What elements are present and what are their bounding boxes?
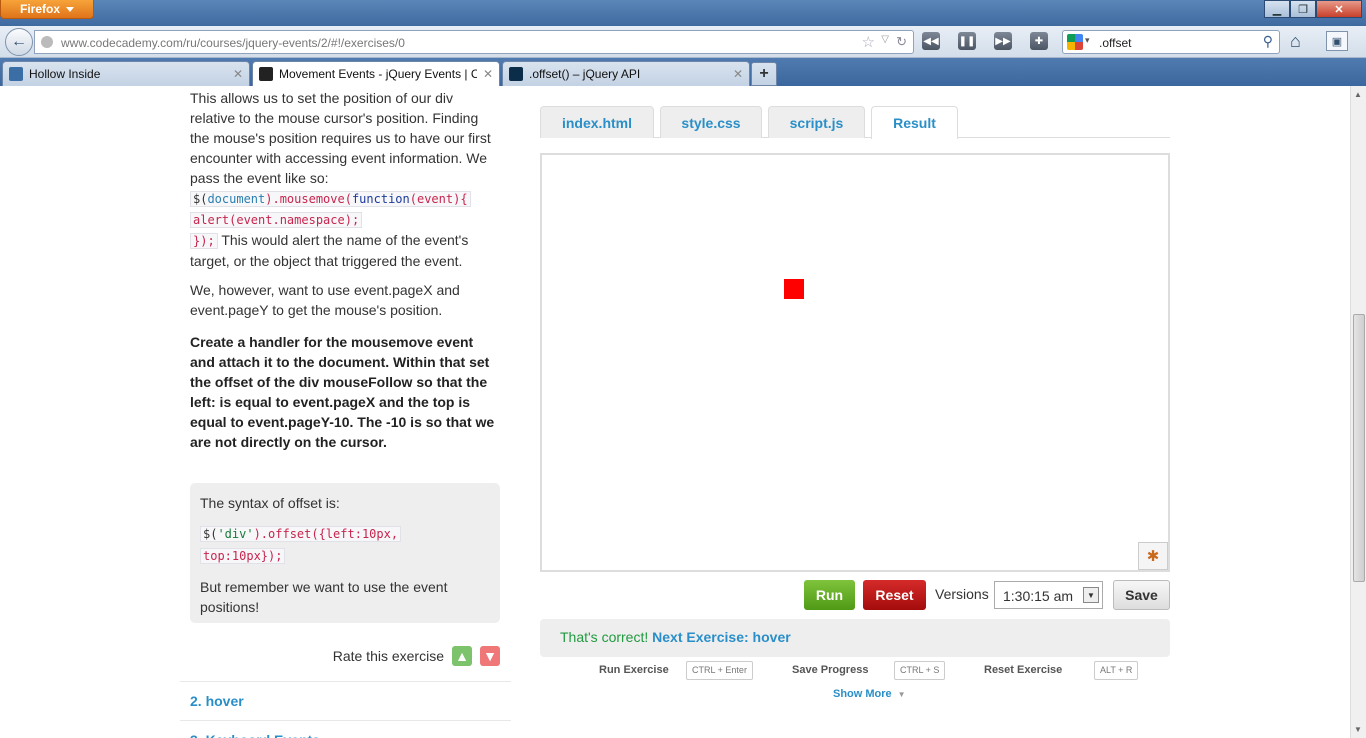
exercise-link-keyboard-events[interactable]: 3. Keyboard Events <box>180 720 511 738</box>
thumbs-down-icon[interactable]: ▼ <box>480 646 500 666</box>
correct-text: That's correct! <box>560 629 649 645</box>
search-engine-dropdown-icon[interactable]: ▾ <box>1085 35 1090 46</box>
bookmark-star-icon[interactable]: ☆ <box>862 33 875 51</box>
versions-label: Versions <box>935 586 989 602</box>
result-pane[interactable]: ✱ <box>540 153 1170 572</box>
exercise-list: 2. hover 3. Keyboard Events <box>180 681 511 738</box>
tab-result[interactable]: Result <box>871 106 958 139</box>
versions-select[interactable]: 1:30:15 am ▼ <box>994 581 1103 609</box>
scroll-up-icon[interactable]: ▲ <box>1354 90 1362 99</box>
chevron-down-icon: ▼ <box>897 690 906 699</box>
inline-code-line3: }); <box>190 233 218 249</box>
search-query[interactable]: .offset <box>1099 36 1131 50</box>
search-bar[interactable]: ▾ .offset ⚲ <box>1062 30 1280 54</box>
lesson-paragraph: This allows us to set the position of ou… <box>190 88 500 271</box>
maximize-button[interactable]: ❐ <box>1290 0 1316 18</box>
shortcut-keys: CTRL + S <box>894 661 946 680</box>
window-controls: ▁ ❐ ✕ <box>1264 0 1362 18</box>
editor-tabs: index.html style.css script.js Result <box>540 106 1170 139</box>
shortcut-label: Run Exercise <box>599 664 669 676</box>
shortcut-label: Reset Exercise <box>984 664 1063 676</box>
scrollbar-thumb[interactable] <box>1353 314 1365 582</box>
address-bar[interactable]: www.codecademy.com/ru/courses/jquery-eve… <box>34 30 914 54</box>
close-window-button[interactable]: ✕ <box>1316 0 1362 18</box>
back-arrow-icon: ← <box>11 33 27 50</box>
firefox-menu-label: Firefox <box>19 2 60 16</box>
globe-icon <box>41 36 53 48</box>
chevron-down-icon <box>66 6 74 12</box>
jquery-favicon-icon <box>509 67 523 81</box>
fast-forward-icon[interactable]: ▶▶ <box>994 32 1012 50</box>
keyboard-shortcuts: Run Exercise CTRL + Enter Save Progress … <box>540 660 1170 682</box>
minimize-button[interactable]: ▁ <box>1264 0 1290 18</box>
exercise-link-hover[interactable]: 2. hover <box>180 681 511 720</box>
rate-label: Rate this exercise <box>332 648 444 664</box>
plus-icon[interactable]: ✚ <box>1030 32 1048 50</box>
scroll-down-icon[interactable]: ▼ <box>1354 725 1362 734</box>
url-text: www.codecademy.com/ru/courses/jquery-eve… <box>61 36 405 50</box>
show-more-label: Show More <box>833 688 892 700</box>
hint-box: The syntax of offset is: $('div').offset… <box>190 483 500 623</box>
url-path: /ru/courses/jquery-events/2/#!/exercises… <box>182 36 405 50</box>
success-message: That's correct! Next Exercise: hover <box>540 619 1170 657</box>
inline-code: $(document).mousemove(function(event){ <box>190 191 471 207</box>
search-icon[interactable]: ⚲ <box>1263 33 1273 50</box>
page-scrollbar[interactable]: ▲ ▼ <box>1350 86 1366 738</box>
next-exercise-link[interactable]: Next Exercise: hover <box>652 629 791 645</box>
tab-offset-jquery-api[interactable]: .offset() – jQuery API ✕ <box>502 61 750 86</box>
history-dropdown-icon[interactable]: ▽ <box>881 34 889 45</box>
close-tab-icon[interactable]: ✕ <box>733 67 743 81</box>
addon-icon[interactable]: ▣ <box>1326 31 1348 51</box>
tab-index-html[interactable]: index.html <box>540 106 654 138</box>
tab-hollow-inside[interactable]: Hollow Inside ✕ <box>2 61 250 86</box>
tab-style-css[interactable]: style.css <box>660 106 762 138</box>
instructions: Create a handler for the mousemove event… <box>190 334 495 450</box>
tab-movement-events[interactable]: Movement Events - jQuery Events | C... ✕ <box>252 61 500 86</box>
close-tab-icon[interactable]: ✕ <box>483 67 493 81</box>
pause-icon[interactable]: ❚❚ <box>958 32 976 50</box>
rewind-icon[interactable]: ◀◀ <box>922 32 940 50</box>
inline-code-line2: alert(event.namespace); <box>190 212 363 228</box>
url-host: www.codecademy.com <box>61 36 183 50</box>
versions-value: 1:30:15 am <box>1003 588 1074 604</box>
back-button[interactable]: ← <box>5 28 33 56</box>
hint-code: $('div').offset({left:10px, top:10px}); <box>200 523 490 567</box>
new-tab-button[interactable]: + <box>751 62 777 86</box>
show-more-link[interactable]: Show More ▼ <box>833 688 906 700</box>
shortcut-label: Save Progress <box>792 664 869 676</box>
tab-label: .offset() – jQuery API <box>529 67 641 81</box>
rate-exercise: Rate this exercise ▲ ▼ <box>190 646 500 666</box>
tab-script-js[interactable]: script.js <box>768 106 865 138</box>
shortcut-keys: CTRL + Enter <box>686 661 753 680</box>
play-favicon-icon <box>9 67 23 81</box>
hint-title: The syntax of offset is: <box>200 495 340 511</box>
save-button[interactable]: Save <box>1113 580 1170 610</box>
tab-label: Movement Events - jQuery Events | C... <box>279 67 477 81</box>
lesson-paragraph-2: We, however, want to use event.pageX and… <box>190 282 460 318</box>
plus-icon: + <box>759 65 769 82</box>
editor-actions: Run Reset Versions 1:30:15 am ▼ Save <box>540 580 1170 612</box>
tab-label: Hollow Inside <box>29 67 101 81</box>
reload-icon[interactable]: ↻ <box>896 34 907 50</box>
navigation-bar: ← www.codecademy.com/ru/courses/jquery-e… <box>0 26 1366 58</box>
bug-report-icon[interactable]: ✱ <box>1138 542 1168 570</box>
reset-button[interactable]: Reset <box>863 580 926 610</box>
shortcut-keys: ALT + R <box>1094 661 1139 680</box>
run-button[interactable]: Run <box>804 580 855 610</box>
thumbs-up-icon[interactable]: ▲ <box>452 646 472 666</box>
google-icon[interactable] <box>1067 34 1083 50</box>
mouse-follow-div <box>784 279 804 299</box>
codecademy-favicon-icon <box>259 67 273 81</box>
tab-bar: Hollow Inside ✕ Movement Events - jQuery… <box>0 58 1366 86</box>
title-bar: Firefox ▁ ❐ ✕ <box>0 0 1366 26</box>
hint-footer: But remember we want to use the event po… <box>200 579 448 615</box>
close-tab-icon[interactable]: ✕ <box>233 67 243 81</box>
page-content: This allows us to set the position of ou… <box>0 86 1350 738</box>
lesson-intro-text: This allows us to set the position of ou… <box>190 90 491 186</box>
firefox-menu-button[interactable]: Firefox <box>0 0 94 19</box>
lesson-intro-tail: This would alert the name of the event's… <box>190 232 469 269</box>
chevron-down-icon[interactable]: ▼ <box>1083 587 1099 603</box>
home-icon[interactable]: ⌂ <box>1290 31 1301 52</box>
